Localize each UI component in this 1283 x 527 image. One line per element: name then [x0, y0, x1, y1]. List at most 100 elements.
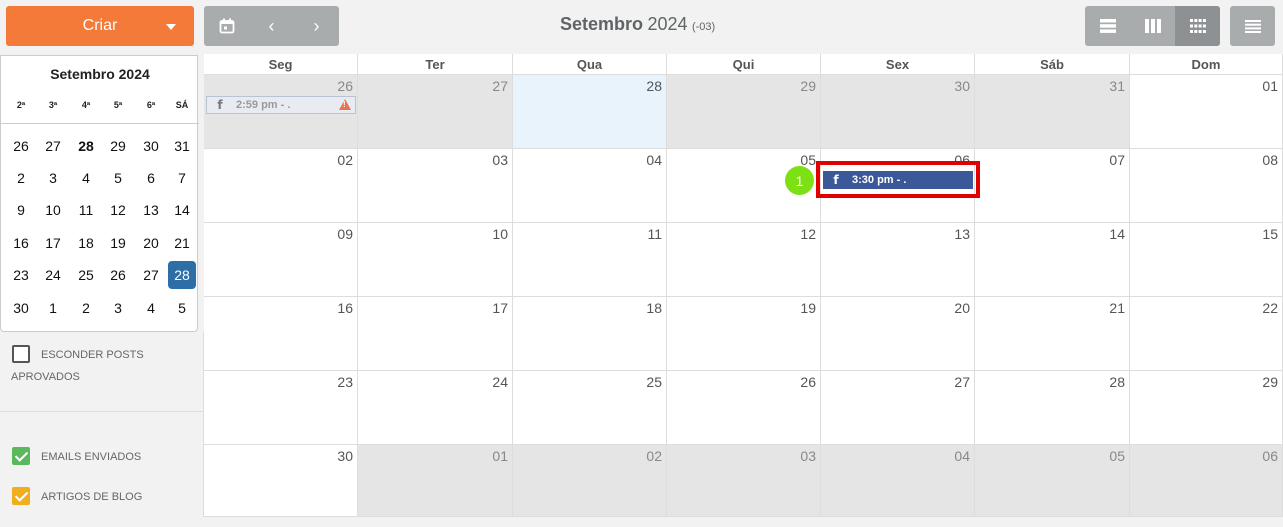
- day-cell[interactable]: 17: [358, 297, 513, 371]
- mini-calendar-day[interactable]: 17: [39, 229, 67, 257]
- day-cell[interactable]: 01: [1130, 75, 1283, 149]
- day-number: 07: [1109, 152, 1125, 168]
- mini-calendar-day[interactable]: 14: [168, 196, 196, 224]
- mini-calendar-day[interactable]: 21: [168, 229, 196, 257]
- day-cell[interactable]: 19: [667, 297, 821, 371]
- day-cell[interactable]: 22: [1130, 297, 1283, 371]
- mini-calendar-day[interactable]: 26: [104, 261, 132, 289]
- month-view-button[interactable]: [1175, 6, 1220, 46]
- mini-calendar-day[interactable]: 24: [39, 261, 67, 289]
- filter-hide-approved[interactable]: ESCONDER POSTS: [12, 345, 144, 365]
- day-cell[interactable]: 30: [821, 75, 975, 149]
- day-cell[interactable]: 21: [975, 297, 1130, 371]
- mini-calendar-day[interactable]: 7: [168, 164, 196, 192]
- day-view-button[interactable]: [1085, 6, 1130, 46]
- mini-calendar-day[interactable]: 28: [72, 132, 100, 160]
- day-cell[interactable]: 08: [1130, 149, 1283, 223]
- mini-calendar-day[interactable]: 5: [168, 294, 196, 322]
- day-cell[interactable]: 03: [667, 445, 821, 517]
- mini-calendar-day[interactable]: 4: [137, 294, 165, 322]
- day-number: 21: [1109, 300, 1125, 316]
- filter-blog-articles[interactable]: ARTIGOS DE BLOG: [12, 487, 142, 507]
- day-cell[interactable]: 02: [204, 149, 358, 223]
- day-cell[interactable]: 07: [975, 149, 1130, 223]
- day-number: 23: [337, 374, 353, 390]
- day-number: 20: [954, 300, 970, 316]
- day-cell[interactable]: 01: [358, 445, 513, 517]
- mini-calendar-day[interactable]: 9: [7, 196, 35, 224]
- list-icon: [1244, 19, 1261, 33]
- hide-approved-checkbox[interactable]: [12, 345, 30, 363]
- mini-calendar-day[interactable]: 1: [39, 294, 67, 322]
- mini-calendar-day[interactable]: 12: [104, 196, 132, 224]
- day-cell[interactable]: 26: [667, 371, 821, 445]
- mini-calendar-day[interactable]: 19: [104, 229, 132, 257]
- day-number: 12: [800, 226, 816, 242]
- day-cell[interactable]: 29: [667, 75, 821, 149]
- mini-calendar-day[interactable]: 30: [137, 132, 165, 160]
- day-cell[interactable]: 04: [821, 445, 975, 517]
- day-cell[interactable]: 15: [1130, 223, 1283, 297]
- blog-articles-checkbox[interactable]: [12, 487, 30, 505]
- mini-calendar-day[interactable]: 16: [7, 229, 35, 257]
- mini-calendar-day[interactable]: 18: [72, 229, 100, 257]
- mini-calendar-day[interactable]: 27: [39, 132, 67, 160]
- day-cell[interactable]: 10: [358, 223, 513, 297]
- day-cell[interactable]: 11: [513, 223, 667, 297]
- day-cell[interactable]: 14: [975, 223, 1130, 297]
- day-cell[interactable]: 23: [204, 371, 358, 445]
- mini-calendar-day[interactable]: 26: [7, 132, 35, 160]
- mini-calendar-day[interactable]: 31: [168, 132, 196, 160]
- day-cell[interactable]: 20: [821, 297, 975, 371]
- filter-emails-sent[interactable]: EMAILS ENVIADOS: [12, 447, 141, 467]
- day-cell[interactable]: 06: [1130, 445, 1283, 517]
- week-view-button[interactable]: [1130, 6, 1175, 46]
- mini-calendar-day[interactable]: 11: [72, 196, 100, 224]
- list-view-button[interactable]: [1230, 6, 1275, 46]
- day-cell[interactable]: 25: [513, 371, 667, 445]
- mini-calendar-day[interactable]: 3: [104, 294, 132, 322]
- mini-calendar-day[interactable]: 30: [7, 294, 35, 322]
- day-number: 06: [1262, 448, 1278, 464]
- day-cell[interactable]: 31: [975, 75, 1130, 149]
- day-cell[interactable]: 12: [667, 223, 821, 297]
- emails-sent-checkbox[interactable]: [12, 447, 30, 465]
- event-past[interactable]: f 2:59 pm - .: [206, 96, 356, 114]
- mini-calendar-day[interactable]: 28: [168, 261, 196, 289]
- day-cell[interactable]: 27: [358, 75, 513, 149]
- mini-calendar-day[interactable]: 2: [7, 164, 35, 192]
- filter-divider: [0, 411, 203, 412]
- day-cell[interactable]: 24: [358, 371, 513, 445]
- mini-calendar-day[interactable]: 4: [72, 164, 100, 192]
- day-cell[interactable]: 28: [513, 75, 667, 149]
- next-month-button[interactable]: ›: [294, 6, 339, 46]
- day-cell[interactable]: 27: [821, 371, 975, 445]
- day-cell[interactable]: 05: [975, 445, 1130, 517]
- mini-calendar-day[interactable]: 20: [137, 229, 165, 257]
- day-cell[interactable]: 04: [513, 149, 667, 223]
- mini-calendar-day[interactable]: 25: [72, 261, 100, 289]
- create-button[interactable]: Criar: [6, 6, 194, 46]
- mini-calendar-day[interactable]: 2: [72, 294, 100, 322]
- day-number: 28: [1109, 374, 1125, 390]
- day-number: 27: [954, 374, 970, 390]
- day-cell[interactable]: 16: [204, 297, 358, 371]
- day-cell[interactable]: 02: [513, 445, 667, 517]
- mini-calendar-day[interactable]: 5: [104, 164, 132, 192]
- prev-month-button[interactable]: ‹: [249, 6, 294, 46]
- mini-calendar-day[interactable]: 13: [137, 196, 165, 224]
- day-cell[interactable]: 29: [1130, 371, 1283, 445]
- mini-calendar-day[interactable]: 29: [104, 132, 132, 160]
- day-cell[interactable]: 18: [513, 297, 667, 371]
- mini-calendar-day[interactable]: 27: [137, 261, 165, 289]
- mini-calendar-day[interactable]: 6: [137, 164, 165, 192]
- day-cell[interactable]: 13: [821, 223, 975, 297]
- day-cell[interactable]: 28: [975, 371, 1130, 445]
- day-cell[interactable]: 09: [204, 223, 358, 297]
- mini-calendar-day[interactable]: 23: [7, 261, 35, 289]
- day-cell[interactable]: 03: [358, 149, 513, 223]
- day-cell[interactable]: 30: [204, 445, 358, 517]
- mini-calendar-day[interactable]: 3: [39, 164, 67, 192]
- mini-calendar-day[interactable]: 10: [39, 196, 67, 224]
- today-button[interactable]: [204, 6, 249, 46]
